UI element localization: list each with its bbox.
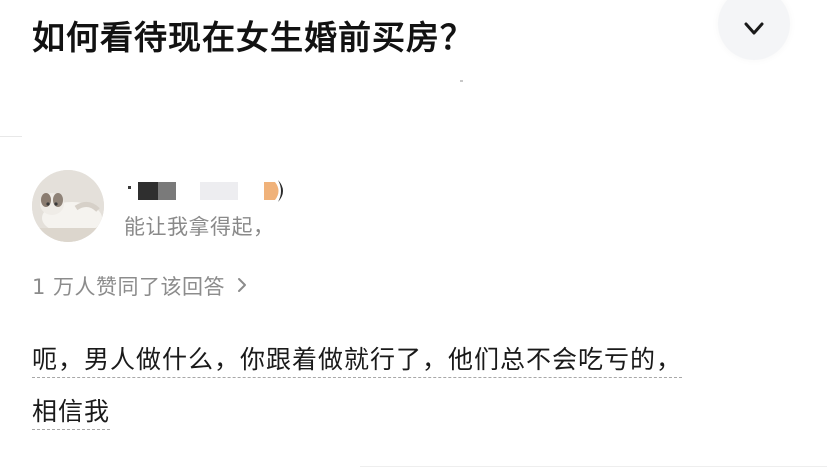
redacted-name (200, 182, 238, 200)
author-bio: 能让我拿得起， (124, 215, 275, 239)
collapse-button[interactable] (718, 0, 790, 60)
author-name[interactable] (124, 178, 294, 204)
endorsement-count: 1 万人赞同了该回答 (32, 275, 226, 299)
chevron-down-icon (744, 22, 764, 35)
chevron-right-icon (237, 274, 247, 298)
divider (0, 136, 22, 137)
avatar-image (32, 170, 104, 242)
avatar[interactable] (32, 170, 104, 242)
answer-content: 呃，男人做什么，你跟着做就行了，他们总不会吃亏的， 相信我 (32, 334, 792, 438)
answer-line: 相信我 (32, 395, 111, 430)
divider (460, 80, 463, 82)
question-title[interactable]: 如何看待现在女生婚前买房？ (32, 14, 474, 62)
redacted-name (128, 186, 131, 189)
divider (360, 466, 827, 467)
answer-line: 呃，男人做什么，你跟着做就行了，他们总不会吃亏的， (32, 343, 683, 378)
endorsement-link[interactable]: 1 万人赞同了该回答 (32, 270, 247, 302)
redacted-name (138, 182, 158, 200)
redacted-name (158, 182, 176, 200)
moon-icon (264, 180, 283, 202)
